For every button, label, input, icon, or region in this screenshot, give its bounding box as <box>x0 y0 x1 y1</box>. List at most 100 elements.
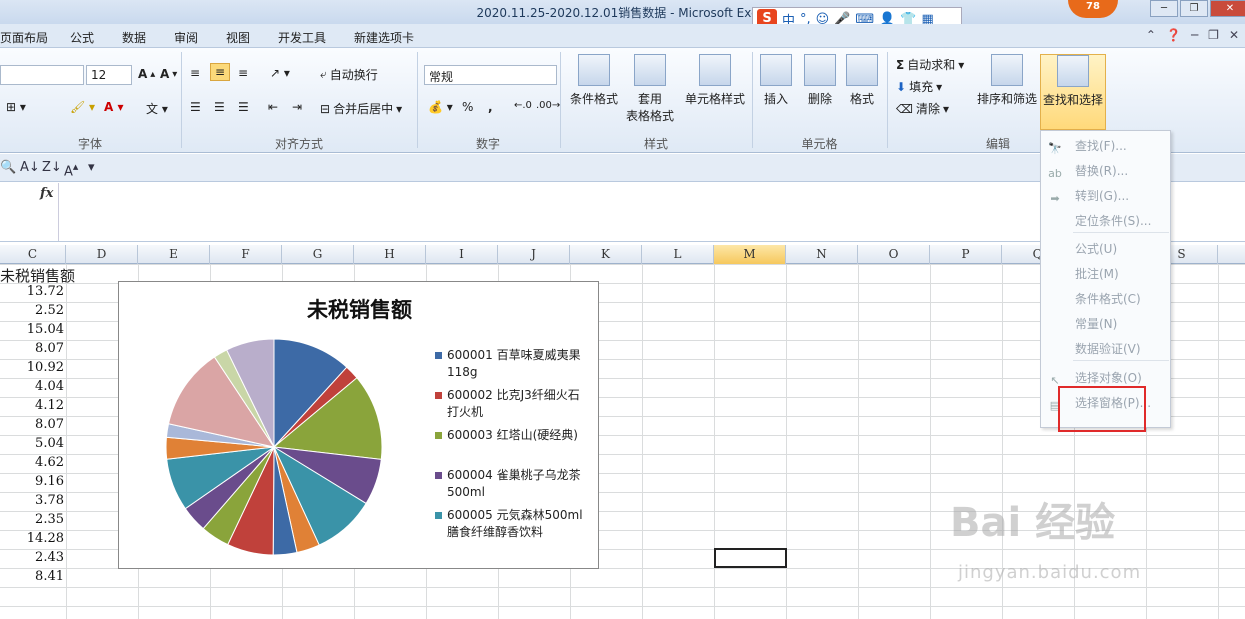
clear-button[interactable]: ⌫ 清除 ▾ <box>896 100 949 117</box>
align-top-icon[interactable]: ≡ <box>190 66 200 80</box>
legend-entry[interactable]: 600003 红塔山(硬经典) <box>435 427 595 444</box>
decrease-indent-icon[interactable]: ⇤ <box>268 100 278 114</box>
cell-value[interactable]: 2.52 <box>0 303 64 318</box>
menu-item[interactable]: ab 替换(R)... <box>1041 160 1172 182</box>
cell-value[interactable]: 8.07 <box>0 417 64 432</box>
cell-value[interactable]: 5.04 <box>0 436 64 451</box>
maximize-button[interactable]: ❐ <box>1180 0 1208 17</box>
doc-minimize-icon[interactable]: ─ <box>1191 28 1198 42</box>
column-header-f[interactable]: F <box>210 245 282 264</box>
sort-asc-icon[interactable]: A↓ <box>20 160 40 175</box>
insert-function-icon[interactable]: fx <box>40 186 53 201</box>
menu-item[interactable]: 公式(U) <box>1041 238 1172 260</box>
doc-restore-icon[interactable]: ❐ <box>1208 28 1219 42</box>
column-header-i[interactable]: I <box>426 245 498 264</box>
doc-close-icon[interactable]: ✕ <box>1229 28 1239 42</box>
cell-value[interactable]: 15.04 <box>0 322 64 337</box>
number-format-select[interactable]: 常规 <box>424 65 557 85</box>
font-size-field[interactable]: 12 <box>86 65 132 85</box>
percent-button[interactable]: % <box>462 100 473 114</box>
menu-item[interactable]: 定位条件(S)... <box>1041 210 1172 232</box>
minimize-button[interactable]: ─ <box>1150 0 1178 17</box>
format-as-table-button[interactable]: 套用 表格格式 <box>620 54 680 124</box>
column-header-cell[interactable]: 未税销售额 <box>0 265 75 286</box>
legend-entry[interactable]: 600002 比克J3纤细火石 打火机 <box>435 387 595 421</box>
align-center-icon[interactable]: ☰ <box>214 100 225 114</box>
conditional-format-button[interactable]: 条件格式 <box>566 54 622 107</box>
column-header-k[interactable]: K <box>570 245 642 264</box>
tab-page-layout[interactable]: 页面布局 <box>0 29 48 46</box>
font-size-up-icon[interactable]: A▴ <box>64 160 78 179</box>
column-header-g[interactable]: G <box>282 245 354 264</box>
active-cell[interactable] <box>714 548 787 568</box>
close-button[interactable]: ✕ <box>1210 0 1245 17</box>
decrease-decimal-icon[interactable]: .00→ <box>536 100 560 111</box>
phonetic-icon[interactable]: 文 ▾ <box>146 100 168 117</box>
column-header-l[interactable]: L <box>642 245 714 264</box>
sort-filter-button[interactable]: 排序和筛选 <box>976 54 1038 107</box>
wrap-text-button[interactable]: ⤶ 自动换行 <box>320 66 378 83</box>
column-header-n[interactable]: N <box>786 245 858 264</box>
fill-color-icon[interactable]: 🖌 ▾ <box>70 100 95 114</box>
column-header-c[interactable]: C <box>0 245 66 264</box>
tab-developer[interactable]: 开发工具 <box>278 29 326 46</box>
cell-value[interactable]: 2.43 <box>0 550 64 565</box>
cell-value[interactable]: 4.12 <box>0 398 64 413</box>
tab-new[interactable]: 新建选项卡 <box>354 29 414 46</box>
increase-indent-icon[interactable]: ⇥ <box>292 100 302 114</box>
fill-button[interactable]: ⬇ 填充 ▾ <box>896 78 942 95</box>
find-select-button[interactable]: 查找和选择 <box>1040 54 1106 130</box>
cell-value[interactable]: 9.16 <box>0 474 64 489</box>
increase-decimal-icon[interactable]: ←.0 <box>514 100 532 111</box>
align-bottom-icon[interactable]: ≡ <box>238 66 248 80</box>
cell-value[interactable]: 4.62 <box>0 455 64 470</box>
font-shrink-icon[interactable]: A ▾ <box>160 67 177 81</box>
format-cells-button[interactable]: 格式 <box>844 54 880 107</box>
menu-item[interactable]: 🔭 查找(F)... <box>1041 135 1172 157</box>
tab-view[interactable]: 视图 <box>226 29 250 46</box>
preview-icon[interactable]: 🔍 <box>0 160 16 175</box>
menu-item[interactable]: 常量(N) <box>1041 313 1172 335</box>
menu-item[interactable]: ➡ 转到(G)... <box>1041 185 1172 207</box>
font-grow-icon[interactable]: A ▴ <box>138 67 155 81</box>
cell-value[interactable]: 8.07 <box>0 341 64 356</box>
cell-value[interactable]: 8.41 <box>0 569 64 584</box>
column-header-h[interactable]: H <box>354 245 426 264</box>
autosum-button[interactable]: Σ 自动求和 ▾ <box>896 56 964 73</box>
delete-cells-button[interactable]: 删除 <box>802 54 838 107</box>
cell-value[interactable]: 14.28 <box>0 531 64 546</box>
currency-icon[interactable]: 💰 ▾ <box>428 100 453 114</box>
column-header-j[interactable]: J <box>498 245 570 264</box>
cell-value[interactable]: 4.04 <box>0 379 64 394</box>
tab-data[interactable]: 数据 <box>122 29 146 46</box>
column-header-p[interactable]: P <box>930 245 1002 264</box>
font-name-field[interactable] <box>0 65 84 85</box>
legend-entry[interactable]: 600005 元気森林500ml 膳食纤维醇香饮料 <box>435 507 595 541</box>
menu-item[interactable]: 数据验证(V) <box>1041 338 1172 360</box>
orientation-icon[interactable]: ↗ ▾ <box>270 66 290 80</box>
merge-center-button[interactable]: ⊟ 合并后居中 ▾ <box>320 100 402 117</box>
align-right-icon[interactable]: ☰ <box>238 100 249 114</box>
cell-styles-button[interactable]: 单元格样式 <box>682 54 748 107</box>
customize-qat-icon[interactable]: ▾ <box>88 160 95 175</box>
align-middle-icon[interactable]: ≡ <box>210 63 231 81</box>
cell-value[interactable]: 2.35 <box>0 512 64 527</box>
column-header-o[interactable]: O <box>858 245 930 264</box>
pie-chart[interactable]: 未税销售额 600001 百草味夏威夷果 118g 600002 比克J3纤细火石打… <box>118 281 599 569</box>
font-color-icon[interactable]: A ▾ <box>104 100 124 114</box>
insert-cells-button[interactable]: 插入 <box>758 54 794 107</box>
tab-formulas[interactable]: 公式 <box>70 29 94 46</box>
border-icon[interactable]: ⊞ ▾ <box>6 100 26 114</box>
sort-desc-icon[interactable]: Z↓ <box>42 160 62 175</box>
tab-review[interactable]: 审阅 <box>174 29 198 46</box>
legend-entry[interactable]: 600004 雀巢桃子乌龙茶 500ml <box>435 467 595 501</box>
cell-value[interactable]: 3.78 <box>0 493 64 508</box>
column-header-m[interactable]: M <box>714 245 786 264</box>
column-header-e[interactable]: E <box>138 245 210 264</box>
menu-item[interactable]: 条件格式(C) <box>1041 288 1172 310</box>
comma-button[interactable]: , <box>488 100 493 114</box>
column-header-d[interactable]: D <box>66 245 138 264</box>
legend-entry[interactable]: 600001 百草味夏威夷果 118g <box>435 347 595 381</box>
cell-value[interactable]: 13.72 <box>0 284 64 299</box>
align-left-icon[interactable]: ☰ <box>190 100 201 114</box>
